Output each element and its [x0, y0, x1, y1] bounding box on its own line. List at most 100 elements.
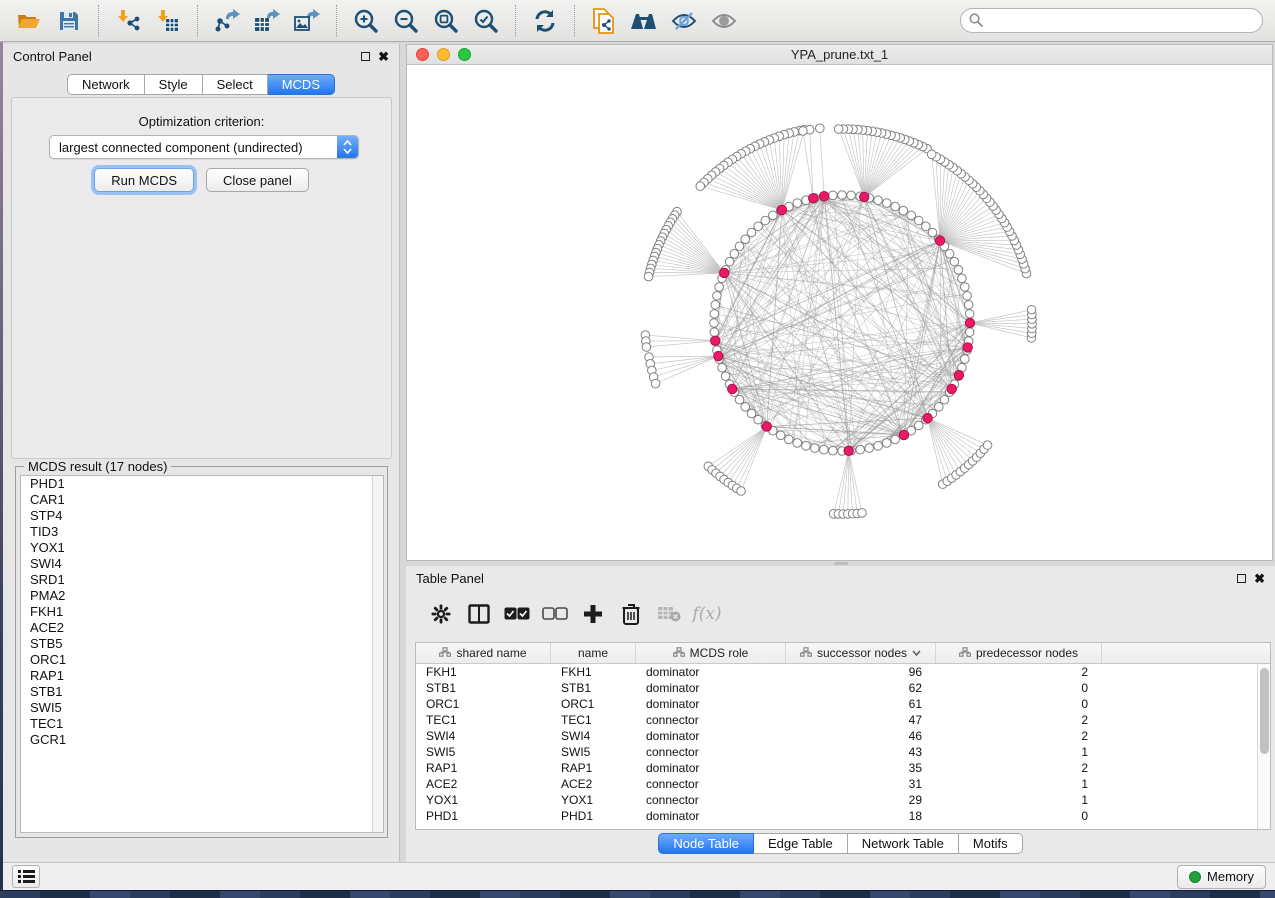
export-network-icon[interactable]	[207, 5, 247, 37]
export-image-icon[interactable]	[287, 5, 327, 37]
network-node[interactable]	[741, 235, 750, 244]
network-node[interactable]	[754, 415, 763, 424]
run-mcds-button[interactable]: Run MCDS	[94, 168, 194, 192]
network-node[interactable]	[964, 300, 973, 309]
zoom-out-icon[interactable]	[386, 5, 426, 37]
export-table-icon[interactable]	[247, 5, 287, 37]
network-node[interactable]	[847, 191, 856, 200]
network-node[interactable]	[882, 199, 891, 208]
table-row[interactable]: ACE2ACE2connector311	[416, 776, 1257, 792]
table-row[interactable]: TEC1TEC1connector472	[416, 712, 1257, 728]
network-node[interactable]	[958, 274, 967, 283]
network-node[interactable]	[914, 421, 923, 430]
network-node[interactable]	[642, 343, 651, 352]
network-node[interactable]	[710, 310, 719, 319]
network-node[interactable]	[715, 283, 724, 292]
mcds-result-item[interactable]: YOX1	[21, 540, 383, 556]
mcds-result-item[interactable]: SRD1	[21, 572, 383, 588]
column-selector-icon[interactable]	[465, 600, 493, 628]
network-node[interactable]	[1027, 305, 1036, 314]
tab-node-table[interactable]: Node Table	[658, 833, 754, 854]
network-node[interactable]	[945, 249, 954, 258]
mcds-result-item[interactable]: CAR1	[21, 492, 383, 508]
table-row[interactable]: YOX1YOX1connector291	[416, 792, 1257, 808]
network-node[interactable]	[965, 310, 974, 319]
tab-network[interactable]: Network	[67, 74, 145, 95]
import-table-icon[interactable]	[148, 5, 188, 37]
mcds-result-item[interactable]: SWI4	[21, 556, 383, 572]
zoom-in-icon[interactable]	[346, 5, 386, 37]
network-node[interactable]	[711, 300, 720, 309]
tab-motifs[interactable]: Motifs	[959, 833, 1023, 854]
mcds-hub-node[interactable]	[899, 430, 908, 439]
clone-network-icon[interactable]	[584, 5, 624, 37]
network-node[interactable]	[965, 328, 974, 337]
network-node[interactable]	[961, 355, 970, 364]
network-node[interactable]	[737, 487, 746, 496]
network-node[interactable]	[891, 202, 900, 211]
network-node[interactable]	[940, 395, 949, 404]
network-node[interactable]	[644, 272, 653, 281]
mcds-result-item[interactable]: SWI5	[21, 700, 383, 716]
mcds-hub-node[interactable]	[860, 192, 869, 201]
table-row[interactable]: RAP1RAP1dominator352	[416, 760, 1257, 776]
save-session-icon[interactable]	[49, 5, 89, 37]
close-panel-icon[interactable]: ✖	[378, 52, 389, 61]
mcds-result-item[interactable]: STB1	[21, 684, 383, 700]
network-node[interactable]	[710, 328, 719, 337]
mcds-hub-node[interactable]	[719, 268, 728, 277]
close-panel-button[interactable]: Close panel	[206, 168, 309, 192]
network-node[interactable]	[927, 150, 936, 159]
hide-selected-icon[interactable]	[664, 5, 704, 37]
tab-style[interactable]: Style	[145, 74, 203, 95]
table-row[interactable]: STB1STB1dominator620	[416, 680, 1257, 696]
network-node[interactable]	[963, 291, 972, 300]
mcds-result-item[interactable]: PHD1	[21, 476, 383, 492]
network-node[interactable]	[874, 442, 883, 451]
network-node[interactable]	[983, 441, 992, 450]
select-all-icon[interactable]	[503, 600, 531, 628]
network-node[interactable]	[718, 363, 727, 372]
network-node[interactable]	[961, 283, 970, 292]
network-node[interactable]	[785, 435, 794, 444]
task-history-button[interactable]	[12, 865, 40, 888]
tab-select[interactable]: Select	[203, 74, 268, 95]
network-node[interactable]	[776, 431, 785, 440]
mcds-hub-node[interactable]	[728, 384, 737, 393]
table-row[interactable]: SWI4SWI4dominator462	[416, 728, 1257, 744]
network-node[interactable]	[914, 216, 923, 225]
network-node[interactable]	[950, 257, 959, 266]
mcds-hub-node[interactable]	[844, 446, 853, 455]
mcds-result-list[interactable]: PHD1CAR1STP4TID3YOX1SWI4SRD1PMA2FKH1ACE2…	[20, 475, 384, 833]
network-node[interactable]	[721, 372, 730, 381]
mcds-hub-node[interactable]	[711, 336, 720, 345]
float-panel-icon[interactable]	[361, 52, 370, 61]
network-node[interactable]	[829, 446, 838, 455]
mcds-result-item[interactable]: ORC1	[21, 652, 383, 668]
mcds-hub-node[interactable]	[762, 422, 771, 431]
tab-mcds[interactable]: MCDS	[268, 74, 335, 95]
network-node[interactable]	[899, 206, 908, 215]
mcds-hub-node[interactable]	[923, 413, 932, 422]
mcds-hub-node[interactable]	[947, 384, 956, 393]
network-node[interactable]	[856, 445, 865, 454]
table-settings-icon[interactable]	[427, 600, 455, 628]
search-input[interactable]	[960, 8, 1263, 33]
refresh-icon[interactable]	[525, 5, 565, 37]
network-node[interactable]	[882, 439, 891, 448]
network-node[interactable]	[819, 445, 828, 454]
mcds-result-item[interactable]: TEC1	[21, 716, 383, 732]
mcds-result-item[interactable]: FKH1	[21, 604, 383, 620]
network-node[interactable]	[793, 439, 802, 448]
network-node[interactable]	[741, 403, 750, 412]
network-node[interactable]	[874, 196, 883, 205]
network-node[interactable]	[710, 319, 719, 328]
memory-button[interactable]: Memory	[1177, 865, 1266, 889]
mcds-result-item[interactable]: STP4	[21, 508, 383, 524]
network-node[interactable]	[810, 444, 819, 453]
table-row[interactable]: ORC1ORC1dominator610	[416, 696, 1257, 712]
table-row[interactable]: PHD1PHD1dominator180	[416, 808, 1257, 824]
optimization-criterion-select[interactable]: largest connected component (undirected)	[49, 135, 359, 159]
network-node[interactable]	[735, 242, 744, 251]
open-file-icon[interactable]	[9, 5, 49, 37]
